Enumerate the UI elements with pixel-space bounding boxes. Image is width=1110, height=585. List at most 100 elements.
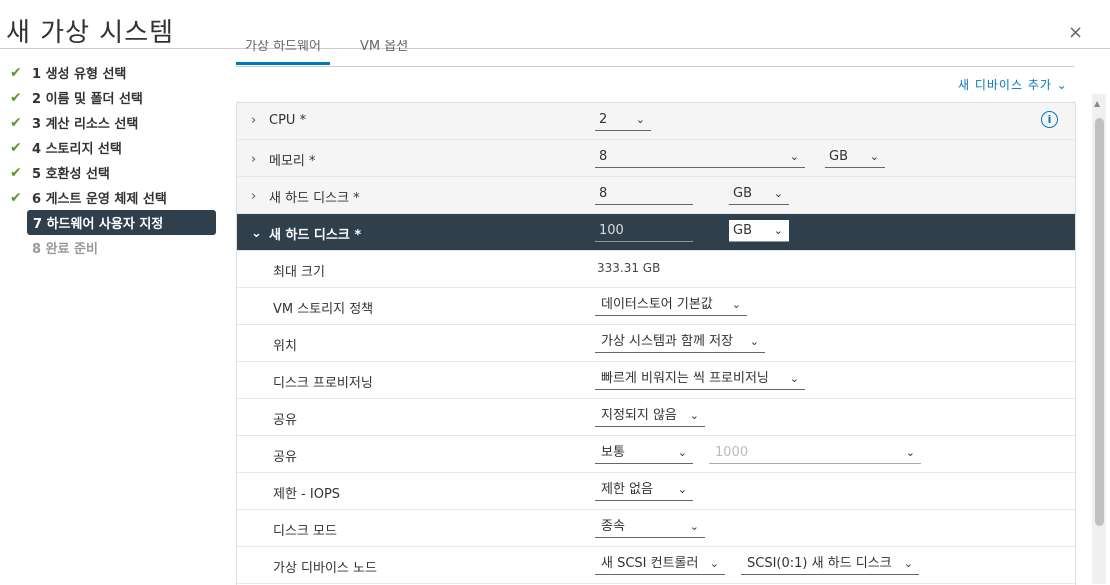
row-cpu: › CPU * 2 ⌄ i: [237, 103, 1075, 140]
tab-virtual-hardware[interactable]: 가상 하드웨어: [236, 40, 330, 65]
scrollbar-thumb[interactable]: [1095, 118, 1104, 526]
info-icon[interactable]: i: [1041, 111, 1058, 128]
select-placeholder: 1000: [715, 445, 749, 460]
row-label: 새 하드 디스크 *: [269, 228, 362, 243]
chevron-down-icon: ⌄: [251, 226, 262, 241]
chevron-down-icon: ⌄: [677, 446, 687, 459]
sharing-select[interactable]: 지정되지 않음 ⌄: [595, 405, 705, 427]
disk2-unit-select[interactable]: GB ⌄: [729, 220, 789, 242]
storage-policy-select[interactable]: 데이터스토어 기본값 ⌄: [595, 294, 747, 316]
row-hard-disk-1: › 새 하드 디스크 * 8 GB ⌄: [237, 177, 1075, 214]
row-label: 가상 디바이스 노드: [273, 561, 377, 576]
select-value: 새 SCSI 컨트롤러: [601, 556, 699, 571]
select-value: 종속: [601, 519, 625, 534]
chevron-down-icon: ⌄: [677, 483, 687, 496]
step-3[interactable]: ✔ 3 계산 리소스 선택: [10, 110, 220, 135]
row-label: 디스크 모드: [273, 524, 337, 539]
row-location: 위치 가상 시스템과 함께 저장 ⌄: [237, 325, 1075, 362]
cpu-toggle[interactable]: › CPU *: [251, 113, 306, 128]
max-size-value: 333.31 GB: [597, 261, 661, 275]
chevron-right-icon: ›: [251, 113, 257, 128]
row-label: 공유: [273, 413, 297, 428]
cpu-select[interactable]: 2 ⌄: [595, 109, 651, 131]
select-value: SCSI(0:1) 새 하드 디스크: [747, 556, 892, 571]
shares-select[interactable]: 보통 ⌄: [595, 442, 693, 464]
wizard-steps: ✔ 1 생성 유형 선택 ✔ 2 이름 및 폴더 선택 ✔ 3 계산 리소스 선택 ✔…: [10, 60, 220, 260]
check-icon: ✔: [10, 89, 22, 106]
disk1-unit-select[interactable]: GB ⌄: [729, 183, 789, 205]
memory-unit-select[interactable]: GB ⌄: [825, 146, 885, 168]
step-label: 6 게스트 운영 체제 선택: [32, 192, 167, 207]
shares-amount-select[interactable]: 1000 ⌄: [709, 442, 921, 464]
row-label: 디스크 프로비저닝: [273, 376, 373, 391]
chevron-right-icon: ›: [251, 152, 257, 167]
chevron-right-icon: ›: [251, 189, 257, 204]
row-memory: › 메모리 * 8 ⌄ GB ⌄: [237, 140, 1075, 177]
chevron-down-icon: ⌄: [635, 113, 645, 126]
select-value: 2: [599, 112, 608, 127]
step-6[interactable]: ✔ 6 게스트 운영 체제 선택: [10, 185, 220, 210]
select-value: 지정되지 않음: [601, 408, 677, 423]
limit-iops-select[interactable]: 제한 없음 ⌄: [595, 479, 693, 501]
row-label: CPU *: [269, 113, 307, 128]
step-label: 7 하드웨어 사용자 지정: [33, 217, 164, 232]
step-label: 8 완료 준비: [32, 242, 98, 257]
memory-toggle[interactable]: › 메모리 *: [251, 150, 316, 169]
row-limit-iops: 제한 - IOPS 제한 없음 ⌄: [237, 473, 1075, 510]
step-label: 2 이름 및 폴더 선택: [32, 92, 143, 107]
disk2-size-input[interactable]: 100: [595, 220, 693, 242]
select-value: 데이터스토어 기본값: [601, 297, 713, 312]
step-1[interactable]: ✔ 1 생성 유형 선택: [10, 60, 220, 85]
step-7-active[interactable]: 7 하드웨어 사용자 지정: [27, 210, 216, 235]
select-value: GB: [733, 186, 752, 201]
row-disk-provisioning: 디스크 프로비저닝 빠르게 비워지는 씩 프로비저닝 ⌄: [237, 362, 1075, 399]
select-value: GB: [733, 223, 752, 238]
row-label: 공유: [273, 450, 297, 465]
chevron-down-icon: ⌄: [773, 224, 783, 237]
disk1-size-input[interactable]: 8: [595, 183, 693, 205]
row-label: VM 스토리지 정책: [273, 302, 374, 317]
select-value: 보통: [601, 445, 625, 460]
step-label: 5 호환성 선택: [32, 167, 110, 182]
row-label: 메모리 *: [269, 154, 316, 169]
add-new-device-button[interactable]: 새 디바이스 추가 ⌄: [958, 76, 1068, 93]
row-label: 최대 크기: [273, 265, 325, 280]
row-label: 새 하드 디스크 *: [269, 191, 360, 206]
chevron-down-icon: ⌄: [709, 557, 719, 570]
row-virtual-device-node: 가상 디바이스 노드 새 SCSI 컨트롤러 ⌄ SCSI(0:1) 새 하드 디…: [237, 547, 1075, 584]
disk-mode-select[interactable]: 종속 ⌄: [595, 516, 705, 538]
step-5[interactable]: ✔ 5 호환성 선택: [10, 160, 220, 185]
select-value: 빠르게 비워지는 씩 프로비저닝: [601, 371, 769, 386]
select-value: 8: [599, 149, 608, 164]
row-hard-disk-2: ⌄ 새 하드 디스크 * 100 GB ⌄: [237, 214, 1075, 251]
controller-select[interactable]: 새 SCSI 컨트롤러 ⌄: [595, 553, 725, 575]
row-sharing: 공유 지정되지 않음 ⌄: [237, 399, 1075, 436]
scroll-up-arrow-icon[interactable]: ▲: [1094, 99, 1100, 108]
location-select[interactable]: 가상 시스템과 함께 저장 ⌄: [595, 331, 765, 353]
step-2[interactable]: ✔ 2 이름 및 폴더 선택: [10, 85, 220, 110]
chevron-down-icon: ⌄: [789, 150, 799, 163]
device-node-select[interactable]: SCSI(0:1) 새 하드 디스크 ⌄: [741, 553, 919, 575]
memory-select[interactable]: 8 ⌄: [595, 146, 805, 168]
row-shares: 공유 보통 ⌄ 1000 ⌄: [237, 436, 1075, 473]
dialog-title: 새 가상 시스템: [6, 18, 175, 48]
row-label: 제한 - IOPS: [273, 487, 341, 502]
step-label: 1 생성 유형 선택: [32, 67, 127, 82]
select-value: 가상 시스템과 함께 저장: [601, 334, 733, 349]
provisioning-select[interactable]: 빠르게 비워지는 씩 프로비저닝 ⌄: [595, 368, 805, 390]
tab-vm-options[interactable]: VM 옵션: [360, 40, 408, 62]
row-label: 위치: [273, 339, 297, 354]
step-4[interactable]: ✔ 4 스토리지 선택: [10, 135, 220, 160]
check-icon: ✔: [10, 114, 22, 131]
chevron-down-icon: ⌄: [773, 187, 783, 200]
chevron-down-icon: ⌄: [905, 446, 915, 459]
check-icon: ✔: [10, 189, 22, 206]
check-icon: ✔: [10, 164, 22, 181]
disk2-toggle[interactable]: ⌄ 새 하드 디스크 *: [251, 224, 361, 243]
chevron-down-icon: ⌄: [789, 372, 799, 385]
disk1-toggle[interactable]: › 새 하드 디스크 *: [251, 187, 360, 206]
row-max-size: 최대 크기 333.31 GB: [237, 251, 1075, 288]
chevron-down-icon: ⌄: [689, 520, 699, 533]
check-icon: ✔: [10, 139, 22, 156]
select-value: GB: [829, 149, 848, 164]
